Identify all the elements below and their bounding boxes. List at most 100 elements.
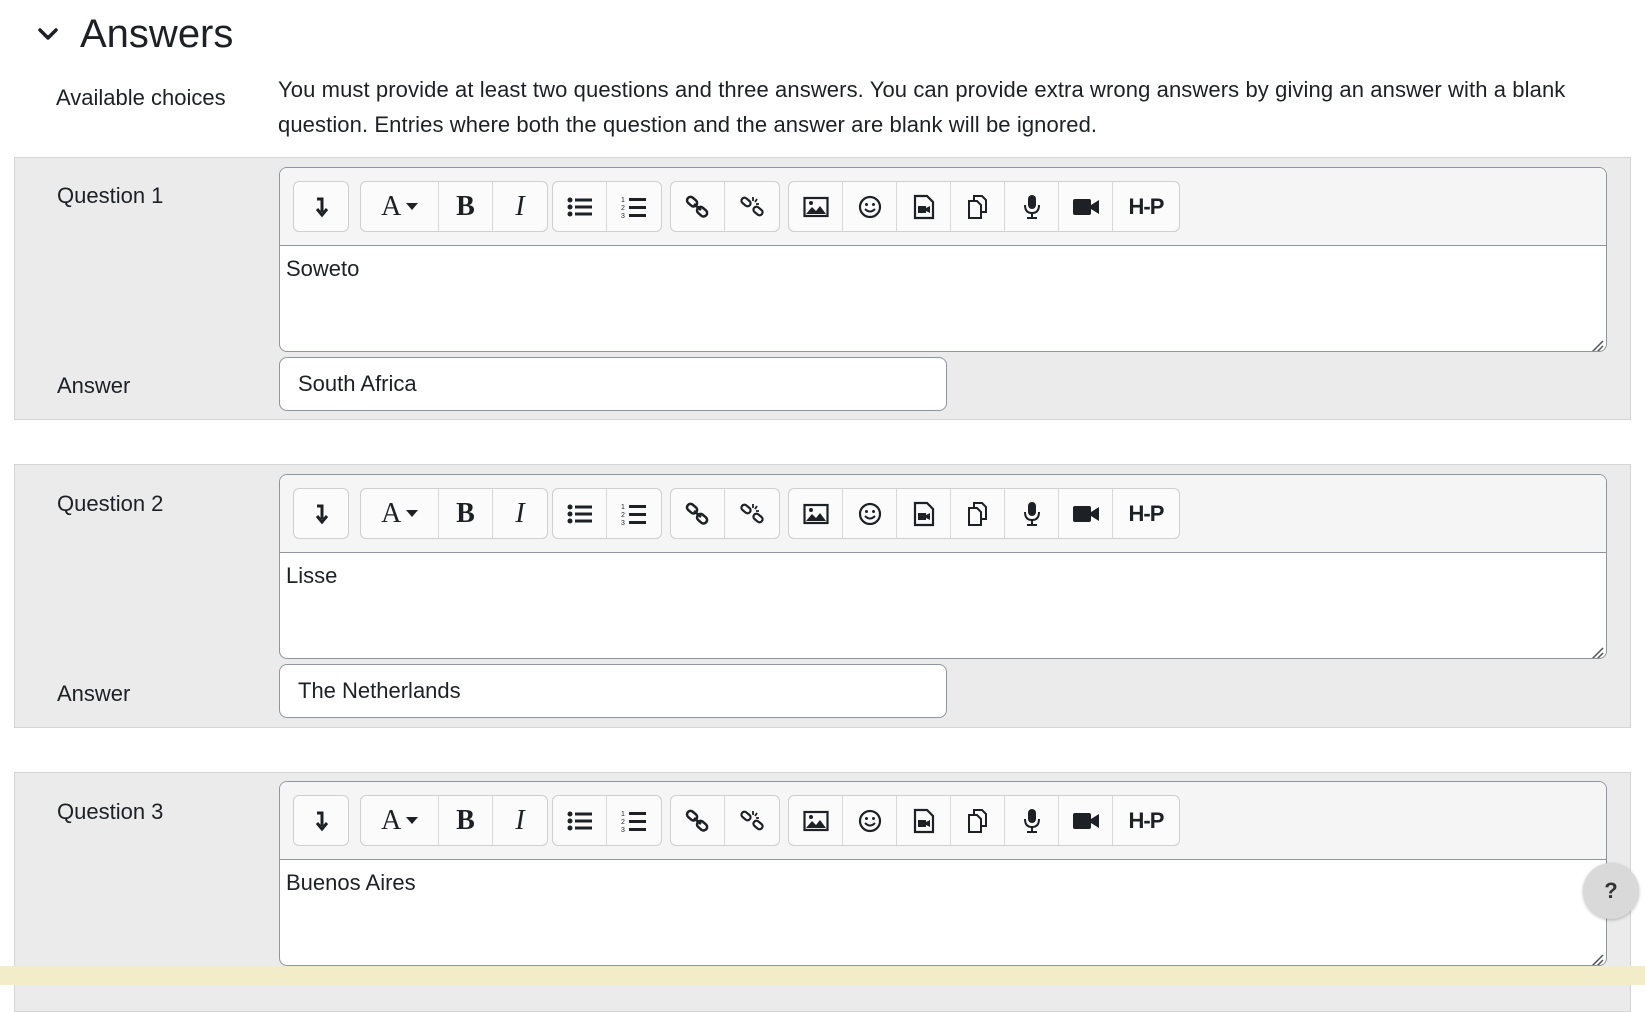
toolbar-group-show-more [293, 795, 349, 846]
collapse-chevron-icon[interactable] [28, 14, 68, 54]
h5p-button[interactable]: H-P [1113, 796, 1179, 845]
italic-button[interactable]: I [493, 796, 547, 845]
italic-button[interactable]: I [493, 182, 547, 231]
toolbar-group-lists: 123 [552, 488, 662, 539]
bold-button[interactable]: B [439, 796, 493, 845]
show-more-buttons-icon[interactable] [294, 489, 348, 538]
h5p-button[interactable]: H-P [1113, 182, 1179, 231]
link-icon[interactable] [671, 796, 725, 845]
svg-text:1: 1 [621, 197, 625, 204]
font-style-icon: A [381, 190, 402, 222]
resize-handle-icon[interactable] [1588, 947, 1604, 965]
question-label: Question 3 [57, 799, 164, 824]
h5p-button[interactable]: H-P [1113, 489, 1179, 538]
question-text: Buenos Aires [286, 870, 416, 895]
bold-icon: B [456, 190, 475, 222]
insert-media-icon[interactable] [897, 796, 951, 845]
answer-input[interactable] [279, 664, 947, 718]
toolbar-group-style: A B I [360, 795, 548, 846]
question-text-area[interactable]: Soweto [280, 246, 1606, 351]
toolbar-group-lists: 123 [552, 181, 662, 232]
italic-icon: I [515, 497, 525, 529]
footer-notice-bar [0, 966, 1645, 985]
insert-media-icon[interactable] [897, 489, 951, 538]
bold-button[interactable]: B [439, 489, 493, 538]
italic-icon: I [515, 190, 525, 222]
paragraph-styles-button[interactable]: A [361, 489, 439, 538]
unordered-list-icon[interactable] [553, 182, 607, 231]
ordered-list-icon[interactable]: 123 [607, 182, 661, 231]
bold-icon: B [456, 804, 475, 836]
question-label: Question 2 [57, 491, 164, 516]
emoticon-icon[interactable] [843, 796, 897, 845]
insert-image-icon[interactable] [789, 796, 843, 845]
record-audio-icon[interactable] [1005, 182, 1059, 231]
chevron-down-icon [405, 198, 418, 216]
available-choices-text: You must provide at least two questions … [278, 77, 1566, 137]
manage-files-icon[interactable] [951, 489, 1005, 538]
svg-text:3: 3 [621, 520, 625, 526]
question-editor: A B I 123 H-P Buenos Aires [279, 781, 1607, 966]
insert-image-icon[interactable] [789, 489, 843, 538]
unordered-list-icon[interactable] [553, 489, 607, 538]
ordered-list-icon[interactable]: 123 [607, 489, 661, 538]
resize-handle-icon[interactable] [1588, 640, 1604, 658]
svg-text:2: 2 [621, 819, 625, 826]
svg-text:2: 2 [621, 205, 625, 212]
unlink-icon[interactable] [725, 489, 779, 538]
toolbar-group-show-more [293, 488, 349, 539]
editor-toolbar: A B I 123 H-P [280, 475, 1606, 553]
svg-text:1: 1 [621, 504, 625, 511]
show-more-buttons-icon[interactable] [294, 182, 348, 231]
insert-image-icon[interactable] [789, 182, 843, 231]
unlink-icon[interactable] [725, 796, 779, 845]
question-editor: A B I 123 H-P Lisse [279, 474, 1607, 659]
section-title: Answers [80, 11, 234, 56]
resize-handle-icon[interactable] [1588, 333, 1604, 351]
toolbar-group-links [670, 795, 780, 846]
emoticon-icon[interactable] [843, 182, 897, 231]
available-choices-label: Available choices [56, 85, 226, 110]
record-audio-icon[interactable] [1005, 796, 1059, 845]
manage-files-icon[interactable] [951, 796, 1005, 845]
svg-text:1: 1 [621, 811, 625, 818]
unlink-icon[interactable] [725, 182, 779, 231]
help-button[interactable]: ? [1583, 863, 1639, 919]
bold-icon: B [456, 497, 475, 529]
chevron-down-icon [405, 812, 418, 830]
paragraph-styles-button[interactable]: A [361, 796, 439, 845]
svg-text:3: 3 [621, 827, 625, 833]
answer-label: Answer [57, 681, 131, 706]
manage-files-icon[interactable] [951, 182, 1005, 231]
toolbar-group-insert: H-P [788, 181, 1180, 232]
link-icon[interactable] [671, 489, 725, 538]
question-label: Question 1 [57, 183, 164, 208]
toolbar-group-insert: H-P [788, 795, 1180, 846]
show-more-buttons-icon[interactable] [294, 796, 348, 845]
chevron-down-icon [405, 505, 418, 523]
question-text: Soweto [286, 256, 360, 281]
toolbar-group-style: A B I [360, 181, 548, 232]
bold-button[interactable]: B [439, 182, 493, 231]
paragraph-styles-button[interactable]: A [361, 182, 439, 231]
record-video-icon[interactable] [1059, 489, 1113, 538]
record-video-icon[interactable] [1059, 182, 1113, 231]
emoticon-icon[interactable] [843, 489, 897, 538]
insert-media-icon[interactable] [897, 182, 951, 231]
editor-toolbar: A B I 123 H-P [280, 168, 1606, 246]
font-style-icon: A [381, 804, 402, 836]
toolbar-group-lists: 123 [552, 795, 662, 846]
record-video-icon[interactable] [1059, 796, 1113, 845]
link-icon[interactable] [671, 182, 725, 231]
question-text-area[interactable]: Lisse [280, 553, 1606, 658]
answer-input[interactable] [279, 357, 947, 411]
editor-toolbar: A B I 123 H-P [280, 782, 1606, 860]
question-text: Lisse [286, 563, 338, 588]
ordered-list-icon[interactable]: 123 [607, 796, 661, 845]
italic-button[interactable]: I [493, 489, 547, 538]
question-text-area[interactable]: Buenos Aires [280, 860, 1606, 965]
unordered-list-icon[interactable] [553, 796, 607, 845]
svg-text:2: 2 [621, 512, 625, 519]
italic-icon: I [515, 804, 525, 836]
record-audio-icon[interactable] [1005, 489, 1059, 538]
